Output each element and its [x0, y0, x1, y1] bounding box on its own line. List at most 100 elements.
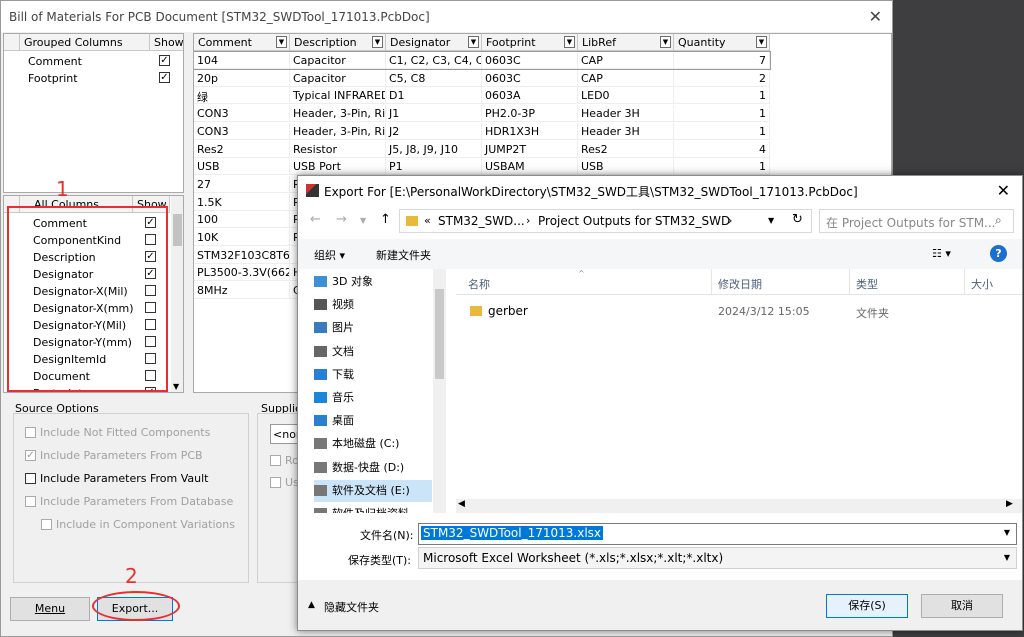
table-row[interactable]: CON3Header, 3-Pin, RightJ1PH2.0-3PHeader…: [194, 105, 770, 123]
option-checkbox[interactable]: [41, 519, 52, 530]
col-name[interactable]: 名称: [468, 276, 490, 292]
nav-item[interactable]: 软件及文档 (E:): [314, 479, 432, 502]
table-header[interactable]: Comment ▼: [194, 34, 290, 51]
up-icon[interactable]: ↑: [380, 212, 391, 227]
table-row[interactable]: 绿Typical INFRARED GD10603ALED01: [194, 87, 770, 105]
table-cell: Header 3H: [578, 122, 674, 140]
table-row[interactable]: 104CapacitorC1, C2, C3, C4, C6,0603CCAP7: [194, 51, 771, 70]
help-icon[interactable]: ?: [990, 245, 1007, 262]
nav-item[interactable]: 桌面: [314, 410, 432, 432]
filter-dropdown-icon[interactable]: ▼: [564, 36, 575, 48]
table-cell: J5, J8, J9, J10: [386, 140, 482, 158]
nav-item[interactable]: 图片: [314, 317, 432, 339]
search-icon[interactable]: ⌕: [995, 213, 1002, 228]
filename-input[interactable]: STM32_SWDTool_171013.xlsx ▼: [418, 523, 1017, 545]
grouped-show-header[interactable]: Show: [150, 34, 183, 51]
table-header[interactable]: LibRef ▼: [578, 34, 674, 51]
table-cell: P1: [386, 158, 482, 176]
scrollbar-thumb[interactable]: [435, 289, 444, 379]
filter-dropdown-icon[interactable]: ▼: [276, 36, 287, 48]
table-row[interactable]: 20p Capacitor C5, C8 0603C CAP 2: [194, 69, 770, 87]
table-header[interactable]: Designator ▼: [386, 34, 482, 51]
close-icon[interactable]: ✕: [997, 181, 1010, 200]
cancel-button[interactable]: 取消: [921, 594, 1003, 618]
file-row[interactable]: gerber 2024/3/12 15:05 文件夹: [456, 301, 996, 323]
chevron-up-icon[interactable]: ▲: [308, 600, 315, 610]
table-header[interactable]: Description ▼: [290, 34, 386, 51]
horizontal-scrollbar[interactable]: ◀ ▶: [456, 499, 1022, 513]
annotation-number-1: 1: [56, 177, 69, 201]
col-type[interactable]: 类型: [856, 276, 878, 292]
refresh-icon[interactable]: ↻: [792, 212, 803, 227]
footer: ▲ 隐藏文件夹 保存(S) 取消: [298, 580, 1022, 630]
chevron-right-icon[interactable]: ▶: [1006, 499, 1013, 509]
nav-item[interactable]: 软件及归档资料: [314, 503, 432, 513]
new-folder-button[interactable]: 新建文件夹: [376, 247, 431, 263]
option-checkbox[interactable]: ✓: [25, 450, 36, 461]
nav-item[interactable]: 本地磁盘 (C:): [314, 433, 432, 455]
nav-item[interactable]: 视频: [314, 294, 432, 316]
list-item[interactable]: Footprint ✓: [4, 69, 183, 86]
table-cell: 4: [674, 140, 770, 158]
chevron-down-icon[interactable]: ▼: [768, 216, 774, 225]
nav-icon: [314, 276, 327, 287]
chevron-down-icon[interactable]: ▼: [173, 382, 179, 391]
nav-icon: [314, 461, 327, 473]
table-cell: J2: [386, 122, 482, 140]
filter-dropdown-icon[interactable]: ▼: [468, 36, 479, 48]
nav-item[interactable]: 3D 对象: [314, 271, 432, 293]
close-icon[interactable]: ✕: [869, 7, 882, 26]
col-size[interactable]: 大小: [971, 276, 993, 292]
col-date[interactable]: 修改日期: [718, 276, 762, 292]
hide-folders-toggle[interactable]: 隐藏文件夹: [324, 599, 379, 615]
search-input[interactable]: 在 Project Outputs for STM...: [819, 209, 1014, 233]
bom-titlebar: Bill of Materials For PCB Document [STM3…: [1, 1, 892, 32]
filter-dropdown-icon[interactable]: ▼: [756, 36, 767, 48]
table-cell: J1: [386, 105, 482, 123]
chevron-down-icon[interactable]: ▼: [1004, 528, 1010, 537]
nav-item[interactable]: 音乐: [314, 387, 432, 409]
grouped-columns-header[interactable]: Grouped Columns: [20, 34, 150, 51]
view-icon[interactable]: ☷ ▾: [932, 247, 951, 260]
filetype-select[interactable]: Microsoft Excel Worksheet (*.xls;*.xlsx;…: [418, 547, 1017, 569]
nav-item[interactable]: 数据-快盘 (D:): [314, 457, 432, 479]
table-cell: 1: [674, 122, 770, 140]
table-header[interactable]: Footprint ▼: [482, 34, 578, 51]
breadcrumb-item-1[interactable]: STM32_SWD...: [438, 214, 525, 228]
table-cell: Typical INFRARED G: [290, 87, 386, 105]
nav-item[interactable]: 文档: [314, 341, 432, 363]
recent-chevron-icon[interactable]: ▼: [360, 216, 366, 225]
scrollbar[interactable]: ▼: [171, 196, 183, 392]
show-checkbox[interactable]: ✓: [159, 72, 170, 83]
address-bar[interactable]: « STM32_SWD... › Project Outputs for STM…: [399, 209, 812, 233]
forward-icon[interactable]: →: [336, 212, 347, 227]
chevron-down-icon[interactable]: ▼: [1004, 553, 1010, 562]
menu-button[interactable]: Menu: [10, 597, 90, 621]
table-header[interactable]: Quantity ▼: [674, 34, 770, 51]
table-cell: 27: [194, 175, 290, 193]
nav-item[interactable]: 下载: [314, 364, 432, 386]
scrollbar-thumb[interactable]: [173, 214, 182, 246]
list-item[interactable]: Comment ✓: [4, 52, 183, 69]
column-name: Footprint: [28, 72, 78, 85]
nav-icon: [314, 392, 327, 403]
table-cell: D1: [386, 87, 482, 105]
organize-menu[interactable]: 组织 ▾: [314, 247, 345, 263]
table-cell: 7: [674, 52, 770, 69]
table-row[interactable]: USB USB Port P1 USBAM USB 1: [194, 158, 770, 176]
table-row[interactable]: CON3Header, 3-Pin, RightJ2HDR1X3HHeader …: [194, 122, 770, 140]
option-checkbox[interactable]: [25, 427, 36, 438]
filter-dropdown-icon[interactable]: ▼: [372, 36, 383, 48]
option-checkbox[interactable]: [25, 473, 36, 484]
nav-scrollbar[interactable]: [433, 269, 446, 513]
chevron-left-icon[interactable]: ◀: [458, 499, 465, 509]
filter-dropdown-icon[interactable]: ▼: [660, 36, 671, 48]
table-cell: 0603C: [482, 69, 578, 87]
breadcrumb-item-2[interactable]: Project Outputs for STM32_SWD: [538, 214, 730, 228]
show-checkbox[interactable]: ✓: [159, 55, 170, 66]
table-row[interactable]: Res2 Resistor J5, J8, J9, J10 JUMP2T Res2 4: [194, 140, 770, 158]
breadcrumb-prefix[interactable]: «: [424, 214, 431, 227]
option-checkbox[interactable]: [25, 496, 36, 507]
back-icon[interactable]: ←: [310, 212, 321, 227]
save-button[interactable]: 保存(S): [826, 594, 908, 618]
